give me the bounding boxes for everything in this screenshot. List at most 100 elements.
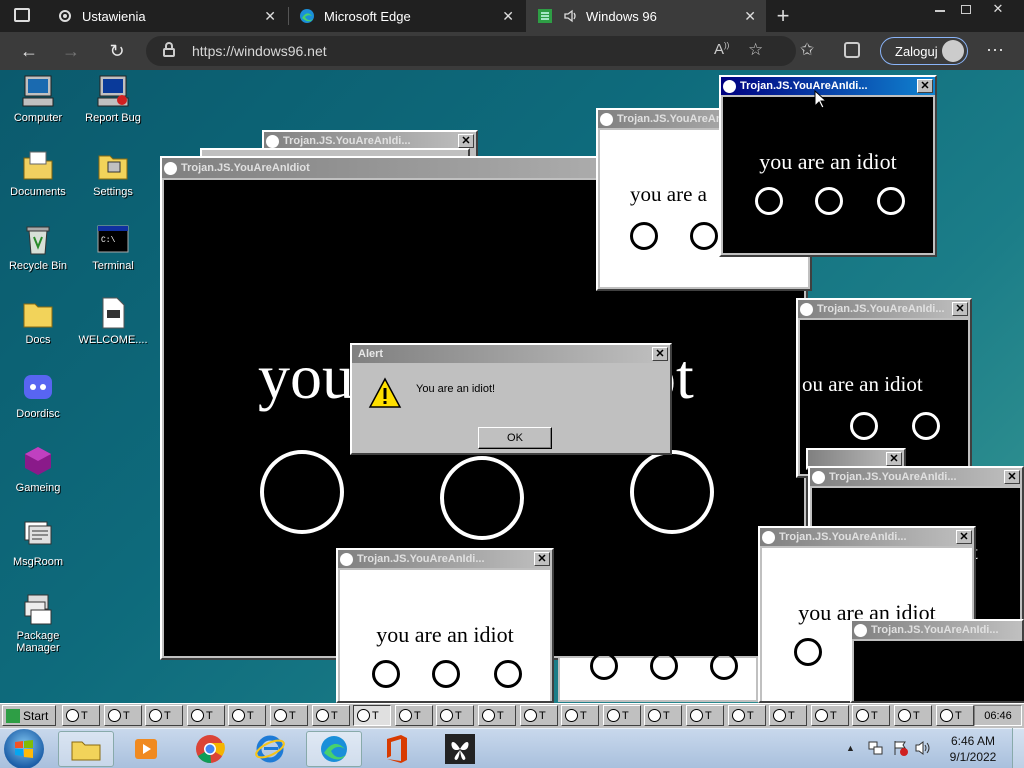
chrome-icon[interactable] bbox=[182, 731, 238, 767]
trojan-window[interactable]: Trojan.JS.YouAreAnIdi... ✕ you are an idi… bbox=[336, 548, 554, 703]
action-center-icon[interactable] bbox=[892, 740, 908, 756]
taskbar-task-button[interactable]: T bbox=[728, 705, 766, 726]
close-icon[interactable]: ✕ bbox=[917, 79, 933, 93]
task-label: T bbox=[372, 709, 379, 722]
taskbar-task-button[interactable]: T bbox=[62, 705, 100, 726]
smiley-icon bbox=[877, 187, 905, 215]
read-aloud-icon[interactable]: A)) bbox=[714, 41, 729, 58]
trojan-window-active[interactable]: Trojan.JS.YouAreAnIdi... ✕ you are an idi… bbox=[719, 75, 937, 257]
smiley-icon bbox=[912, 412, 940, 440]
taskbar-task-button[interactable]: T bbox=[811, 705, 849, 726]
windows-start-orb-icon[interactable] bbox=[4, 729, 44, 768]
desktop-icon-settings[interactable]: Settings bbox=[75, 148, 151, 198]
desktop-icon-documents[interactable]: Documents bbox=[0, 148, 76, 198]
taskbar-task-button[interactable]: T bbox=[852, 705, 890, 726]
desktop-icon-welcome[interactable]: WELCOME.... bbox=[75, 296, 151, 346]
task-label: T bbox=[705, 709, 712, 722]
back-icon[interactable]: ← bbox=[16, 38, 42, 64]
task-label: T bbox=[830, 709, 837, 722]
close-icon[interactable]: ✕ bbox=[952, 302, 968, 316]
tab-close-icon[interactable]: ✕ bbox=[502, 8, 514, 25]
office-icon[interactable] bbox=[368, 731, 424, 767]
smiley-icon bbox=[630, 450, 714, 534]
refresh-icon[interactable]: ↻ bbox=[104, 38, 130, 64]
new-tab-icon[interactable]: + bbox=[772, 3, 794, 29]
taskbar-task-button[interactable]: T bbox=[436, 705, 474, 726]
desktop-icon-computer[interactable]: Computer bbox=[0, 74, 76, 124]
start-button[interactable]: Start bbox=[2, 705, 56, 726]
taskbar-task-button[interactable]: T bbox=[769, 705, 807, 726]
markdown-file-icon bbox=[96, 296, 130, 330]
tab-close-icon[interactable]: ✕ bbox=[744, 8, 756, 25]
desktop-icon-msgroom[interactable]: MsgRoom bbox=[0, 518, 76, 568]
smiley-icon bbox=[149, 709, 162, 722]
taskbar-task-button[interactable]: T bbox=[228, 705, 266, 726]
lock-icon[interactable] bbox=[163, 42, 175, 58]
address-input[interactable]: https://windows96.net bbox=[146, 36, 796, 66]
taskbar-task-button[interactable]: T bbox=[104, 705, 142, 726]
desktop-icon-docs[interactable]: Docs bbox=[0, 296, 76, 346]
add-favorite-icon[interactable]: ☆ bbox=[748, 40, 763, 60]
desktop-icon-package-manager[interactable]: Package Manager bbox=[0, 592, 76, 654]
collections-icon[interactable] bbox=[844, 42, 860, 58]
alert-dialog[interactable]: Alert ✕ You are an idiot! OK bbox=[350, 343, 672, 455]
more-menu-icon[interactable]: ⋯ bbox=[986, 40, 1004, 61]
tab-ustawienia[interactable]: Ustawienia ✕ bbox=[46, 0, 286, 32]
desktop-icon-gameing[interactable]: Gameing bbox=[0, 444, 76, 494]
taskbar-task-button[interactable]: T bbox=[478, 705, 516, 726]
tab-microsoft-edge[interactable]: Microsoft Edge ✕ bbox=[288, 0, 524, 32]
show-desktop-button[interactable] bbox=[1012, 728, 1024, 768]
taskbar-task-button[interactable]: T bbox=[312, 705, 350, 726]
taskbar-task-button[interactable]: T bbox=[894, 705, 932, 726]
desktop-icon-terminal[interactable]: C:\ Terminal bbox=[75, 222, 151, 272]
forward-icon[interactable]: → bbox=[58, 38, 84, 64]
gameing-icon bbox=[21, 444, 55, 478]
taskbar-task-button[interactable]: T bbox=[187, 705, 225, 726]
smiley-icon bbox=[232, 709, 245, 722]
taskbar-task-button[interactable]: T bbox=[603, 705, 641, 726]
taskbar-task-button[interactable]: T bbox=[520, 705, 558, 726]
close-icon[interactable]: ✕ bbox=[1004, 470, 1020, 484]
taskbar-task-button[interactable]: T bbox=[353, 705, 391, 726]
media-player-icon[interactable] bbox=[118, 731, 174, 767]
close-icon[interactable]: ✕ bbox=[458, 134, 474, 148]
speaker-icon[interactable] bbox=[562, 7, 580, 25]
taskbar-task-button[interactable]: T bbox=[395, 705, 433, 726]
task-label: T bbox=[81, 709, 88, 722]
ok-button[interactable]: OK bbox=[478, 427, 552, 449]
taskbar-task-button[interactable]: T bbox=[936, 705, 974, 726]
minimize-icon[interactable] bbox=[926, 0, 954, 18]
taskbar-task-button[interactable]: T bbox=[686, 705, 724, 726]
edge-taskbar-icon[interactable] bbox=[306, 731, 362, 767]
tab-windows-96[interactable]: Windows 96 ✕ bbox=[526, 0, 766, 32]
close-icon[interactable]: ✕ bbox=[956, 530, 972, 544]
volume-icon[interactable] bbox=[914, 740, 932, 756]
trojan-content bbox=[854, 641, 1024, 701]
desktop-icon-recycle-bin[interactable]: Recycle Bin bbox=[0, 222, 76, 272]
butterfly-app-icon[interactable] bbox=[432, 731, 488, 767]
restore-icon[interactable] bbox=[952, 0, 980, 18]
settings-icon bbox=[96, 148, 130, 182]
internet-explorer-icon[interactable] bbox=[242, 731, 298, 767]
desktop-icon-report-bug[interactable]: Report Bug bbox=[75, 74, 151, 124]
taskbar-task-button[interactable]: T bbox=[644, 705, 682, 726]
taskbar-task-button[interactable]: T bbox=[145, 705, 183, 726]
task-label: T bbox=[788, 709, 795, 722]
trojan-window-bg[interactable] bbox=[558, 652, 758, 702]
desktop-icon-doordisc[interactable]: Doordisc bbox=[0, 370, 76, 420]
close-icon[interactable]: ✕ bbox=[886, 452, 902, 466]
tab-actions-icon[interactable] bbox=[14, 8, 30, 22]
taskbar-task-button[interactable]: T bbox=[270, 705, 308, 726]
close-icon[interactable]: ✕ bbox=[652, 347, 668, 361]
trojan-window[interactable]: Trojan.JS.YouAreAnIdi... bbox=[850, 619, 1024, 703]
close-window-icon[interactable]: ✕ bbox=[984, 0, 1012, 18]
favorites-icon[interactable]: ✩ bbox=[800, 40, 814, 60]
file-explorer-icon[interactable] bbox=[58, 731, 114, 767]
show-hidden-icons-icon[interactable]: ▲ bbox=[846, 743, 855, 753]
close-icon[interactable]: ✕ bbox=[534, 552, 550, 566]
taskbar-task-button[interactable]: T bbox=[561, 705, 599, 726]
network-icon[interactable] bbox=[868, 740, 884, 756]
system-clock[interactable]: 6:46 AM 9/1/2022 bbox=[940, 733, 1006, 765]
task-label: T bbox=[622, 709, 629, 722]
tab-close-icon[interactable]: ✕ bbox=[264, 8, 276, 25]
